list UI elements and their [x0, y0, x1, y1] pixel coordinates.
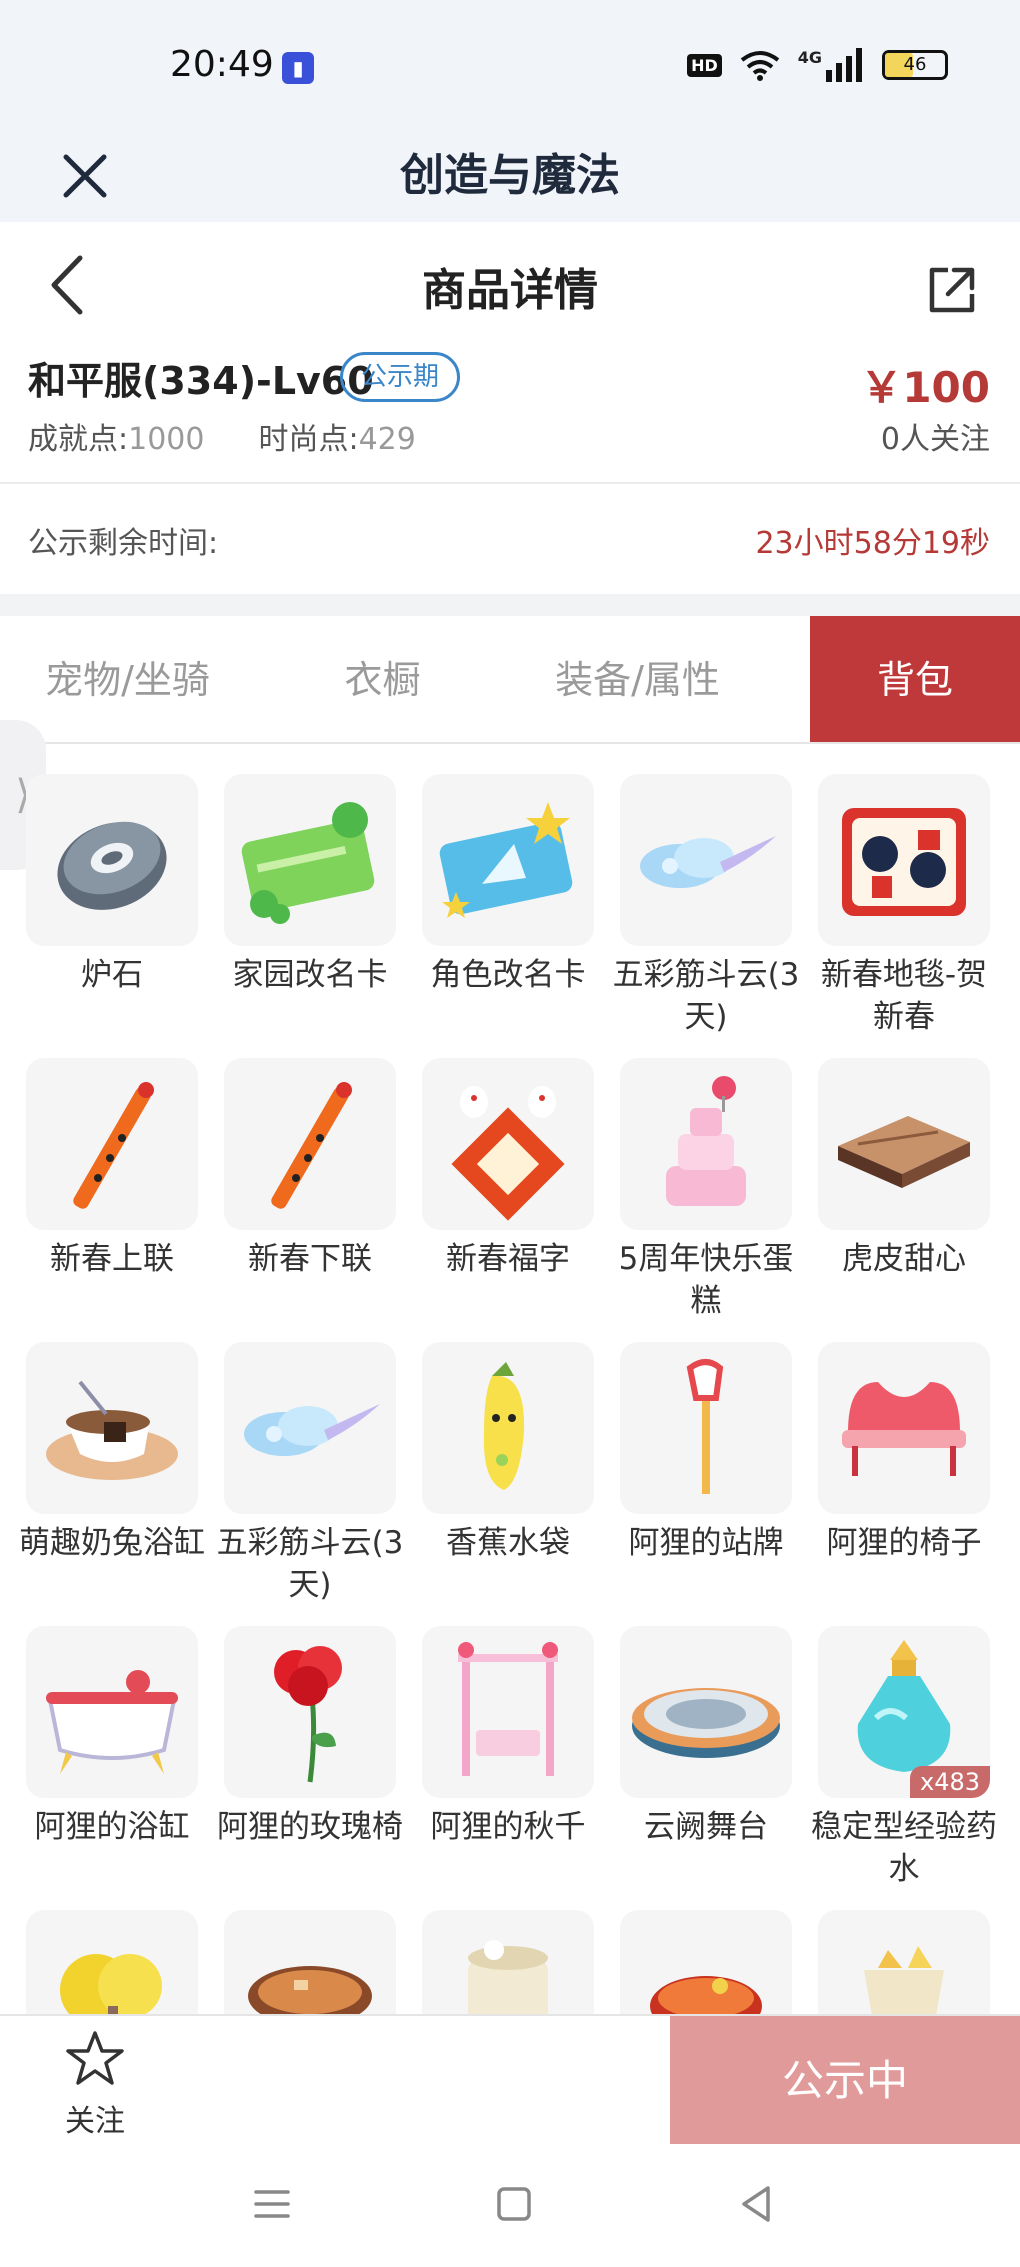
tab-wardrobe[interactable]: 衣橱 [255, 616, 510, 742]
app-title: 创造与魔法 [400, 150, 620, 201]
item-label: 阿狸的玫瑰椅 [217, 1809, 403, 1845]
cloud-icon [224, 1342, 396, 1514]
back-nav-button[interactable] [726, 2174, 786, 2234]
fu-character-icon [422, 1058, 594, 1230]
character-rename-card-icon [422, 774, 594, 946]
item-label: 香蕉水袋 [446, 1525, 570, 1561]
item-label: 炉石 [81, 957, 143, 993]
countdown-label: 公示剩余时间: [28, 526, 219, 561]
battery-level: 46 [903, 54, 927, 75]
rose-icon [224, 1626, 396, 1798]
network-label: 4G [797, 48, 822, 67]
follow-label: 关注 [65, 2104, 125, 2139]
menu-nav-button[interactable] [242, 2174, 302, 2234]
status-time: 20:49 [170, 44, 274, 85]
product-name: 和平服(334)-Lv60 [28, 359, 374, 403]
wifi-icon [740, 51, 779, 81]
swing-icon [422, 1626, 594, 1798]
public-notice-button[interactable]: 公示中 [670, 2016, 1020, 2146]
follower-count: 0人关注 [880, 422, 990, 457]
item-label: 角色改名卡 [430, 957, 586, 993]
status-badge: 公示期 [340, 352, 460, 402]
item-label: 新春地毯-贺新春 [820, 957, 988, 1035]
item-label: 云阙舞台 [644, 1809, 768, 1845]
item-label: 萌趣奶兔浴缸 [19, 1525, 205, 1561]
menu-icon [254, 2190, 290, 2218]
stage-icon [620, 1626, 792, 1798]
item-label: 5周年快乐蛋糕 [618, 1241, 794, 1319]
countdown-value: 23小时58分19秒 [755, 526, 990, 561]
item-label: 稳定型经验药水 [811, 1809, 997, 1887]
flashlight-notification-icon: ▮ [282, 52, 314, 84]
home-square-icon [497, 2187, 531, 2221]
section-separator [0, 594, 1020, 616]
achievement-value: 1000 [128, 422, 205, 457]
carpet-icon [818, 774, 990, 946]
item-label: 家园改名卡 [232, 957, 388, 993]
chair-icon [818, 1342, 990, 1514]
tab-pets-mounts[interactable]: 宠物/坐骑 [0, 616, 255, 742]
system-nav-bar [0, 2144, 1020, 2267]
cloud-icon [620, 774, 792, 946]
page-title: 商品详情 [422, 265, 598, 316]
sign-icon [620, 1342, 792, 1514]
fashion-label: 时尚点: [258, 422, 359, 457]
hd-icon: HD [687, 53, 722, 77]
back-triangle-icon [742, 2186, 770, 2222]
couplet-icon [224, 1058, 396, 1230]
product-stats: 成就点:1000 时尚点:429 [28, 414, 416, 458]
tab-backpack[interactable]: 背包 [810, 616, 1020, 742]
star-icon [66, 2031, 124, 2085]
item-label: 虎皮甜心 [842, 1241, 966, 1277]
item-label: 阿狸的秋千 [430, 1809, 586, 1845]
close-icon [63, 154, 107, 198]
potion-icon: x483 [818, 1626, 990, 1798]
item-label: 阿狸的站牌 [628, 1525, 784, 1561]
app-titlebar: 创造与魔法 [0, 130, 1020, 222]
price: ￥100 [860, 363, 990, 412]
quantity-badge: x483 [909, 1766, 990, 1798]
banana-icon [422, 1342, 594, 1514]
achievement-label: 成就点: [28, 422, 129, 457]
tab-equipment-attributes[interactable]: 装备/属性 [510, 616, 765, 742]
home-rename-card-icon [224, 774, 396, 946]
home-nav-button[interactable] [484, 2174, 544, 2234]
item-label: 阿狸的浴缸 [34, 1809, 190, 1845]
follow-button[interactable]: 关注 [40, 2030, 150, 2140]
cake-icon [620, 1058, 792, 1230]
divider [0, 482, 1020, 484]
item-label: 新春福字 [446, 1241, 570, 1277]
item-label: 五彩筋斗云(3天) [612, 957, 800, 1035]
item-label: 新春下联 [248, 1241, 372, 1277]
item-label: 阿狸的椅子 [826, 1525, 982, 1561]
status-bar: 20:49 ▮ HD 4G 46 [0, 0, 1020, 130]
bathtub-icon [26, 1626, 198, 1798]
dessert-icon [818, 1058, 990, 1230]
fashion-value: 429 [358, 422, 416, 457]
tab-bar: 宠物/坐骑 衣橱 装备/属性 背包 [0, 616, 1020, 744]
hearthstone-icon [26, 774, 198, 946]
page-header: 商品详情 [0, 222, 1020, 350]
item-label: 新春上联 [50, 1241, 174, 1277]
couplet-icon [26, 1058, 198, 1230]
item-label: 五彩筋斗云(3天) [216, 1525, 404, 1603]
share-button[interactable] [924, 262, 980, 318]
external-link-icon [929, 267, 975, 313]
battery-icon: 46 [882, 50, 948, 80]
close-button[interactable] [50, 130, 120, 222]
signal-icon [826, 48, 862, 82]
bottom-action-bar: 关注 公示中 [0, 2014, 1020, 2146]
teacup-bath-icon [26, 1342, 198, 1514]
status-indicators: HD 4G 46 [687, 48, 948, 82]
